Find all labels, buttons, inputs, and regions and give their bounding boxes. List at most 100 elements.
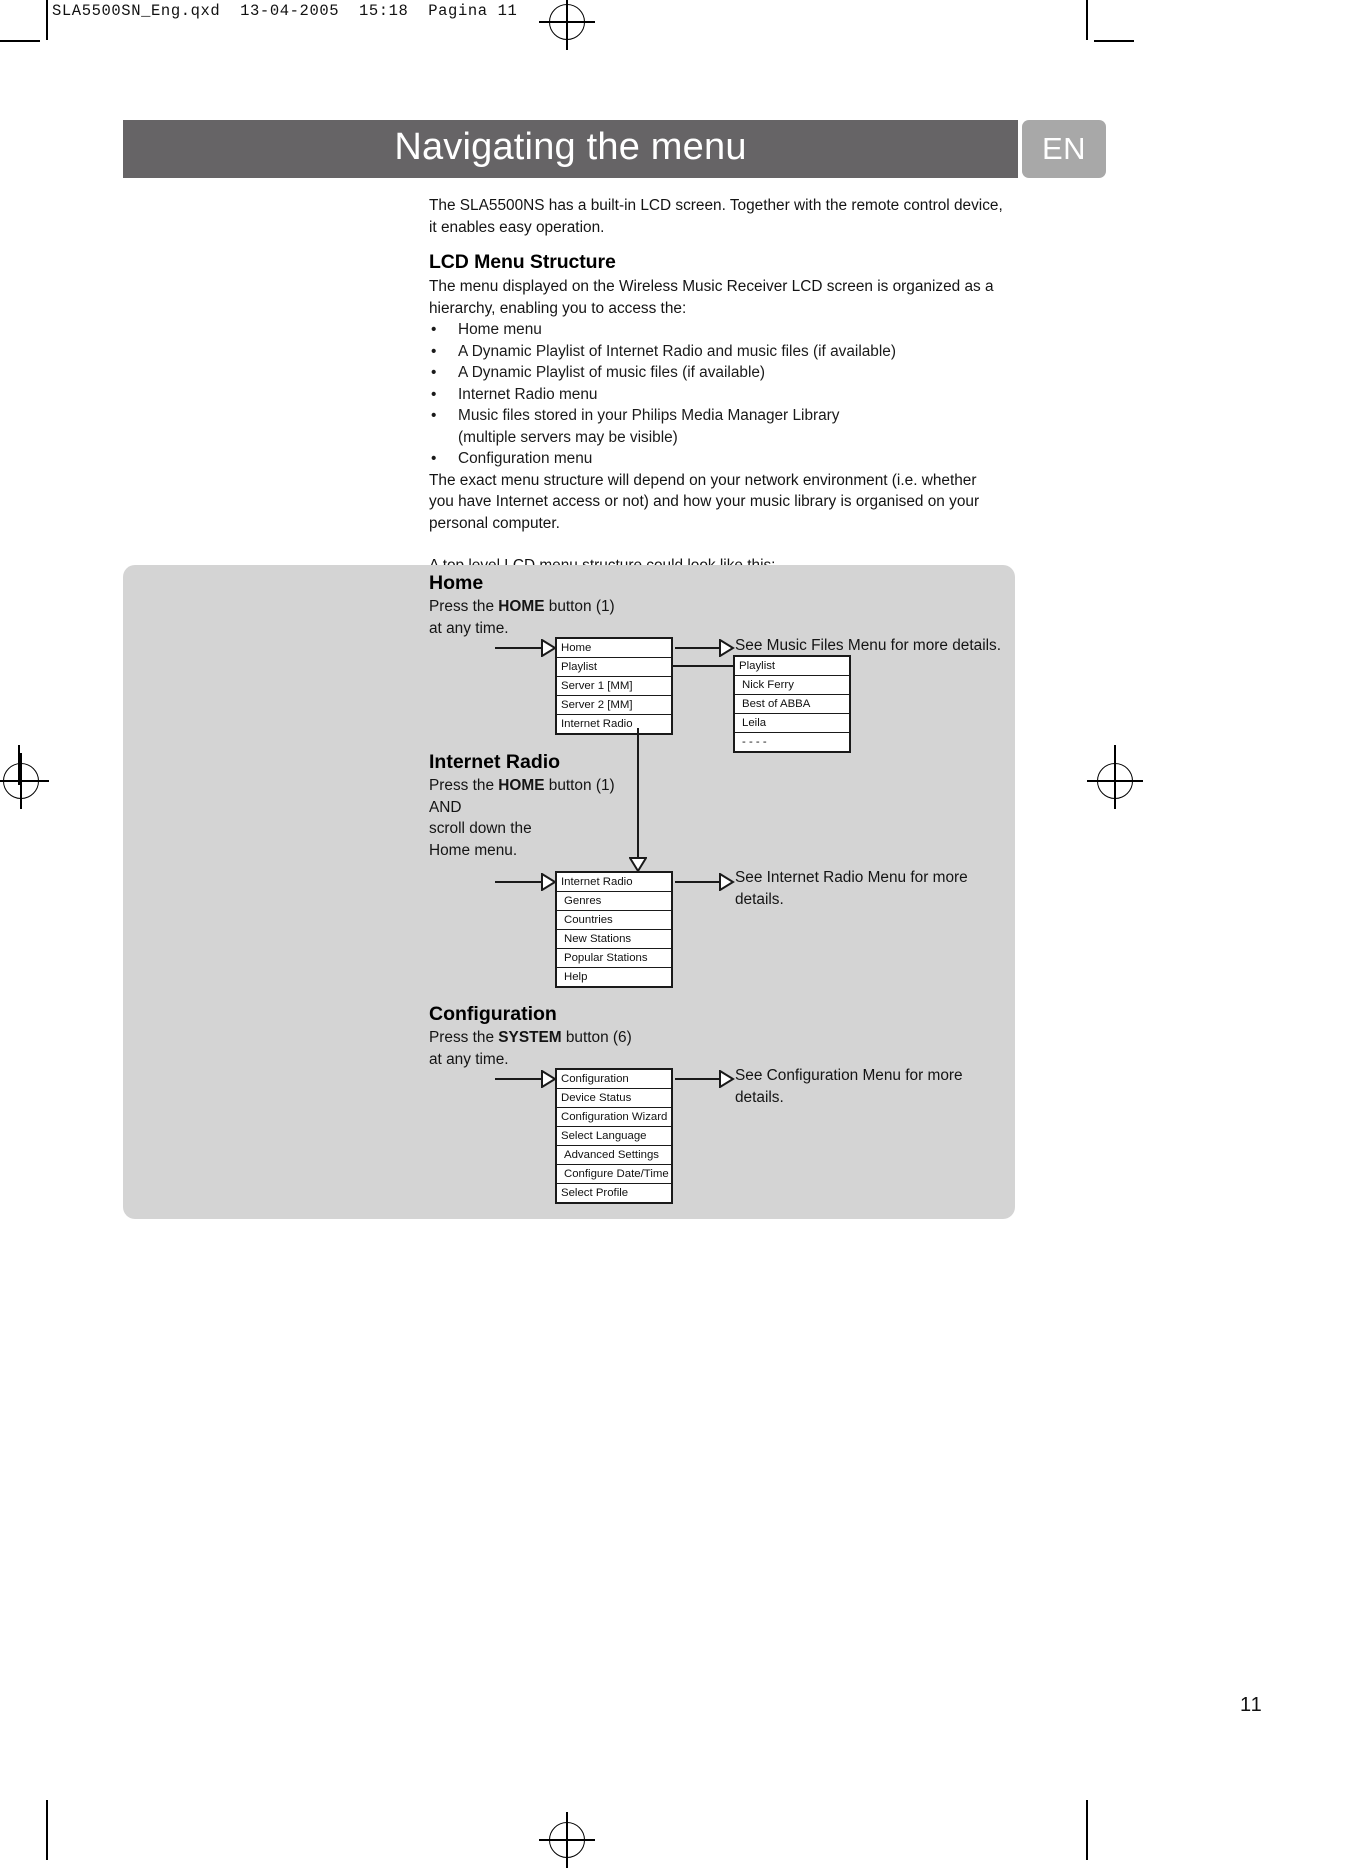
menu-row[interactable]: Genres bbox=[557, 892, 671, 911]
connector-line-configuration-to-callout bbox=[675, 1078, 723, 1080]
menu-row[interactable]: - - - - bbox=[735, 733, 849, 751]
bullet-icon: • bbox=[431, 342, 437, 360]
lcd-menu-box-playlist: Playlist Nick Ferry Best of ABBA Leila -… bbox=[733, 655, 851, 753]
menu-row[interactable]: New Stations bbox=[557, 930, 671, 949]
registration-mark-top bbox=[539, 0, 595, 50]
list-item-label: A Dynamic Playlist of music files (if av… bbox=[458, 364, 766, 381]
connector-line-into-home bbox=[495, 647, 545, 649]
diagram-internet-radio-instruction-4: Home menu. bbox=[429, 841, 518, 859]
diagram-internet-radio-instruction-2: AND bbox=[429, 798, 462, 816]
diagram-home-title: Home bbox=[429, 572, 484, 594]
diagram-internet-radio-title: Internet Radio bbox=[429, 751, 561, 773]
button-name-home: HOME bbox=[498, 777, 545, 794]
diagram-configuration-instruction-2: at any time. bbox=[429, 1050, 509, 1068]
list-item-label: Configuration menu bbox=[458, 450, 593, 467]
menu-row[interactable]: Select Profile bbox=[557, 1184, 671, 1202]
callout-music-files-menu: See Music Files Menu for more details. bbox=[735, 637, 1002, 654]
list-item: • Internet Radio menu bbox=[429, 384, 1019, 406]
bullet-icon: • bbox=[431, 321, 437, 338]
body-content: The SLA5500NS has a built-in LCD screen.… bbox=[429, 195, 1019, 577]
list-item-label: Music files stored in your Philips Media… bbox=[458, 407, 840, 424]
connector-line-home-to-callout bbox=[675, 647, 723, 649]
diagram-internet-radio-instruction-3: scroll down the bbox=[429, 820, 532, 837]
lcd-para1-line2: hierarchy, enabling you to access the: bbox=[429, 299, 687, 317]
lcd-feature-list: • Home menu • A Dynamic Playlist of Inte… bbox=[429, 319, 1019, 470]
text-press-the: Press the bbox=[429, 598, 499, 615]
page-number: 11 bbox=[1240, 1694, 1263, 1716]
menu-row[interactable]: Server 2 [MM] bbox=[557, 696, 671, 715]
callout-internet-radio-menu: See Internet Radio Menu for more details… bbox=[735, 867, 1015, 910]
lcd-menu-box-configuration: Configuration Device Status Configuratio… bbox=[555, 1068, 673, 1204]
section-heading-lcd-menu-structure: LCD Menu Structure bbox=[429, 251, 616, 273]
menu-row[interactable]: Playlist bbox=[735, 657, 849, 676]
callout-configuration-line-1: See Configuration Menu for more bbox=[735, 1067, 963, 1084]
lcd-para1-line1: The menu displayed on the Wireless Music… bbox=[429, 278, 994, 295]
menu-structure-diagram-panel: Home Press the HOME button (1) at any ti… bbox=[123, 565, 1015, 1219]
crop-mark-top-left-h bbox=[0, 40, 40, 42]
callout-configuration-line-2: details. bbox=[735, 1088, 784, 1106]
menu-row[interactable]: Server 1 [MM] bbox=[557, 677, 671, 696]
menu-row[interactable]: Configure Date/Time bbox=[557, 1165, 671, 1184]
registration-mark-bottom bbox=[539, 1812, 595, 1868]
lcd-menu-box-home: Home Playlist Server 1 [MM] Server 2 [MM… bbox=[555, 637, 673, 735]
arrow-head-into-configuration-icon bbox=[541, 1070, 557, 1088]
menu-row[interactable]: Device Status bbox=[557, 1089, 671, 1108]
intro-line-2: it enables easy operation. bbox=[429, 218, 605, 236]
lcd-menu-box-internet-radio: Internet Radio Genres Countries New Stat… bbox=[555, 871, 673, 988]
menu-row[interactable]: Countries bbox=[557, 911, 671, 930]
diagram-section-internet-radio: Internet Radio Press the HOME button (1)… bbox=[429, 750, 669, 861]
arrow-head-internet-radio-callout-icon bbox=[719, 873, 735, 891]
bullet-icon: • bbox=[431, 450, 437, 467]
list-item-label: A Dynamic Playlist of Internet Radio and… bbox=[458, 342, 896, 360]
menu-row[interactable]: Nick Ferry bbox=[735, 676, 849, 695]
menu-row[interactable]: Best of ABBA bbox=[735, 695, 849, 714]
bullet-icon: • bbox=[431, 364, 437, 381]
list-item: • Home menu bbox=[429, 319, 1019, 341]
menu-row[interactable]: Advanced Settings bbox=[557, 1146, 671, 1165]
menu-row[interactable]: Configuration Wizard bbox=[557, 1108, 671, 1127]
arrow-head-into-home-icon bbox=[541, 639, 557, 657]
list-item: • A Dynamic Playlist of music files (if … bbox=[429, 362, 1019, 384]
text-press-the: Press the bbox=[429, 1029, 499, 1046]
text-press-the: Press the bbox=[429, 777, 499, 794]
intro-line-1: The SLA5500NS has a built-in LCD screen.… bbox=[429, 197, 1003, 214]
button-name-system: SYSTEM bbox=[498, 1029, 562, 1046]
list-item-label: Internet Radio menu bbox=[458, 385, 598, 403]
bullet-icon: • bbox=[431, 407, 437, 424]
menu-row[interactable]: Configuration bbox=[557, 1070, 671, 1089]
crop-mark-top-right bbox=[1086, 0, 1088, 40]
callout-internet-radio-line-2: details. bbox=[735, 890, 784, 908]
menu-row[interactable]: Popular Stations bbox=[557, 949, 671, 968]
menu-row[interactable]: Select Language bbox=[557, 1127, 671, 1146]
text-button-number: button (1) bbox=[544, 777, 615, 794]
list-item: • A Dynamic Playlist of Internet Radio a… bbox=[429, 341, 1019, 363]
list-item: • Music files stored in your Philips Med… bbox=[429, 405, 1019, 448]
menu-row[interactable]: Internet Radio bbox=[557, 873, 671, 892]
arrow-head-configuration-callout-icon bbox=[719, 1070, 735, 1088]
diagram-home-instruction-2: at any time. bbox=[429, 619, 509, 637]
diagram-configuration-title: Configuration bbox=[429, 1003, 557, 1025]
bullet-icon: • bbox=[431, 385, 437, 403]
menu-row[interactable]: Home bbox=[557, 639, 671, 658]
connector-line-into-internet-radio bbox=[495, 881, 545, 883]
menu-row[interactable]: Internet Radio bbox=[557, 715, 671, 733]
callout-configuration-menu: See Configuration Menu for more details. bbox=[735, 1065, 1015, 1108]
menu-row[interactable]: Leila bbox=[735, 714, 849, 733]
connector-line-playlist bbox=[673, 665, 733, 667]
list-item: • Configuration menu bbox=[429, 448, 1019, 470]
diagram-section-home: Home Press the HOME button (1) at any ti… bbox=[429, 571, 689, 639]
arrow-head-into-internet-radio-icon bbox=[541, 873, 557, 891]
menu-row[interactable]: Help bbox=[557, 968, 671, 986]
diagram-configuration-instruction-1: Press the SYSTEM button (6) bbox=[429, 1027, 689, 1049]
lcd-para2-line3: personal computer. bbox=[429, 514, 560, 532]
menu-row[interactable]: Playlist bbox=[557, 658, 671, 677]
registration-mark-right bbox=[1087, 753, 1143, 809]
connector-line-internet-radio-to-callout bbox=[675, 881, 723, 883]
crop-mark-top-left bbox=[46, 0, 48, 40]
diagram-home-instruction-1: Press the HOME button (1) bbox=[429, 596, 689, 618]
list-item-label: Home menu bbox=[458, 321, 542, 338]
crop-mark-bottom-left bbox=[46, 1800, 48, 1860]
list-item-continuation: (multiple servers may be visible) bbox=[458, 428, 678, 446]
crop-mark-bottom-right bbox=[1086, 1800, 1088, 1860]
